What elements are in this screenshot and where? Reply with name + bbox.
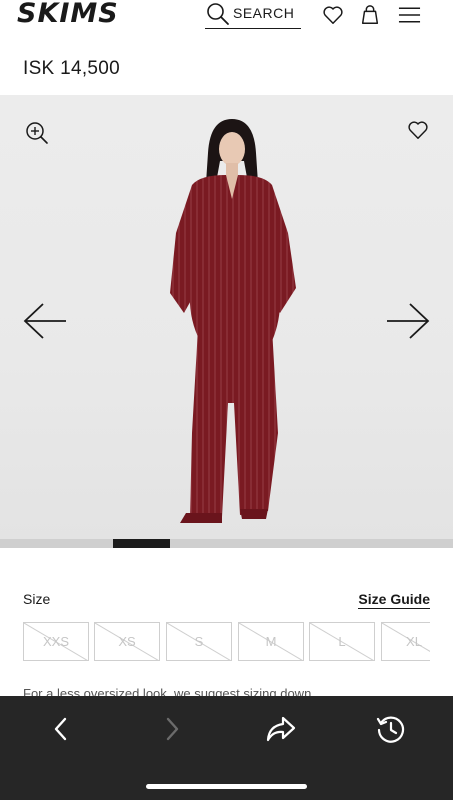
next-image-arrow-icon[interactable] — [385, 301, 431, 341]
size-option-xxs[interactable]: XXS — [23, 622, 89, 661]
size-option-label: XL — [406, 634, 422, 649]
size-option-xs[interactable]: XS — [94, 622, 160, 661]
bag-icon[interactable] — [359, 4, 381, 26]
size-option-label: XS — [118, 634, 136, 649]
menu-icon[interactable] — [398, 4, 421, 26]
search-icon — [207, 3, 229, 25]
history-icon[interactable] — [375, 714, 407, 744]
size-option-m[interactable]: M — [238, 622, 304, 661]
brand-logo[interactable]: SKIMS — [17, 0, 119, 28]
product-image-gallery[interactable] — [0, 95, 453, 539]
product-price: ISK 14,500 — [23, 58, 121, 79]
heart-icon[interactable] — [322, 4, 344, 26]
site-header: SKIMS SEARCH — [0, 0, 453, 44]
size-option-label: XXS — [42, 634, 69, 649]
forward-icon[interactable] — [159, 714, 185, 744]
product-photo — [170, 119, 296, 523]
size-option-l[interactable]: L — [309, 622, 375, 661]
browser-toolbar — [0, 696, 453, 800]
wishlist-heart-icon[interactable] — [406, 119, 430, 141]
gallery-progress-indicator — [113, 539, 170, 548]
previous-image-arrow-icon[interactable] — [22, 301, 68, 341]
share-icon[interactable] — [265, 714, 297, 744]
size-option-label: L — [338, 634, 346, 649]
zoom-in-icon[interactable] — [25, 121, 49, 145]
size-option-s[interactable]: S — [166, 622, 232, 661]
size-guide-link[interactable]: Size Guide — [358, 591, 430, 609]
back-icon[interactable] — [48, 714, 74, 744]
size-selector: XXS XS S M L XL — [23, 622, 430, 662]
search-label: SEARCH — [233, 5, 295, 21]
search-field[interactable]: SEARCH — [205, 2, 301, 29]
size-option-xl[interactable]: XL — [381, 622, 430, 661]
size-option-label: S — [194, 634, 204, 649]
size-option-label: M — [265, 634, 277, 649]
home-indicator — [146, 784, 307, 789]
size-label: Size — [23, 591, 51, 607]
gallery-progress-bar — [0, 539, 453, 548]
